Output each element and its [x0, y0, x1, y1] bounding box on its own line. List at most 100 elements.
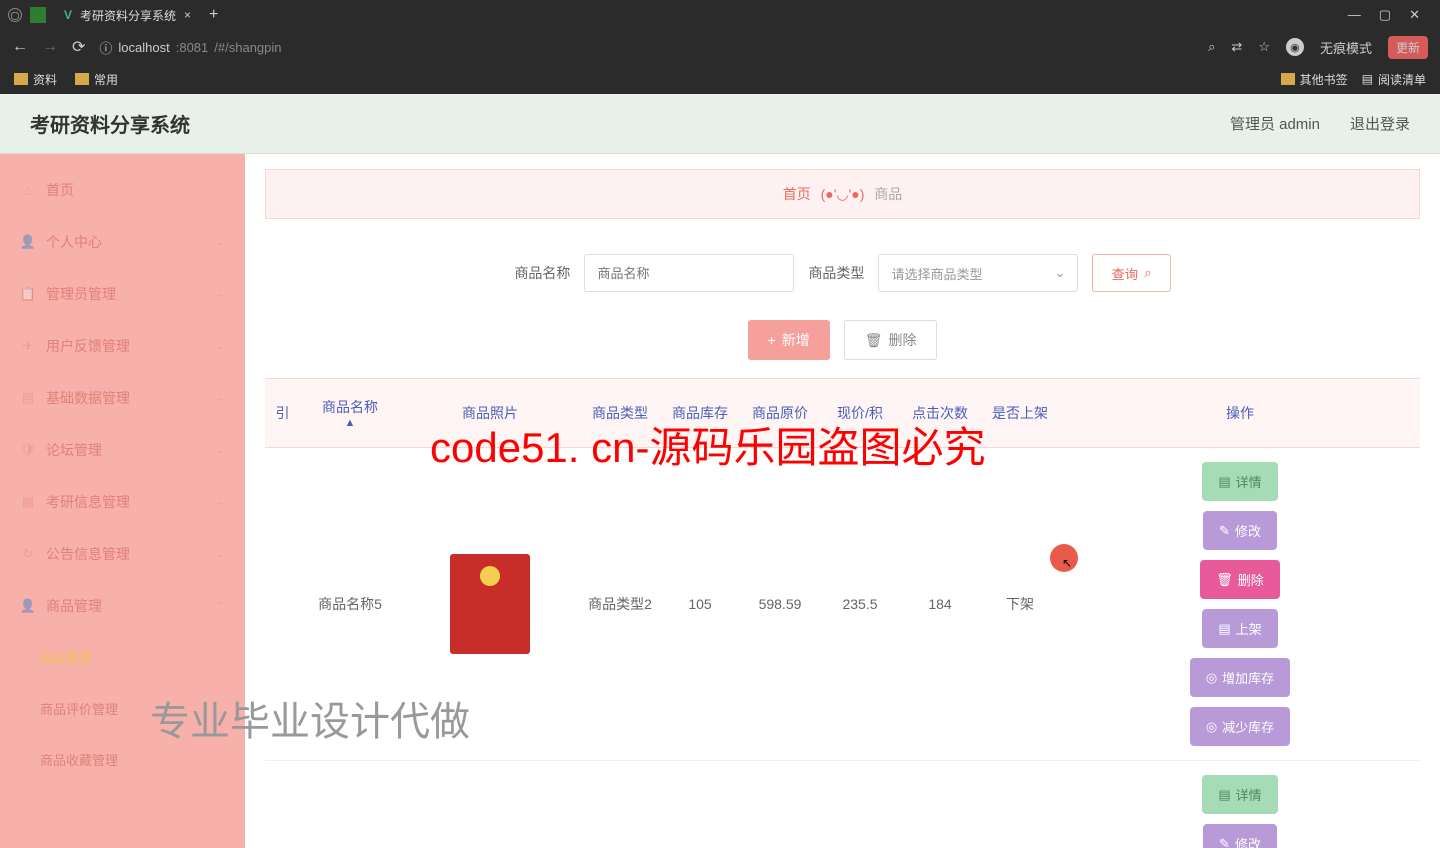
cell-nprice: 235.5	[820, 596, 900, 612]
reload-icon[interactable]: ⟳	[72, 37, 85, 57]
incognito-label: 无痕模式	[1320, 38, 1372, 57]
table-row: 商品名称1 商品类型1 104 676.99 450.73 198 上架 ▤详情…	[265, 761, 1420, 848]
close-tab-icon[interactable]: ×	[184, 8, 191, 22]
sidebar-item-exam[interactable]: ▦ 考研信息管理 ⌄	[0, 476, 245, 528]
doc-icon: ▤	[1218, 621, 1230, 637]
cell-oprice: 598.59	[740, 596, 820, 612]
th-type: 商品类型	[580, 379, 660, 447]
new-tab-button[interactable]: +	[209, 6, 218, 24]
main-content: 首页 (●'◡'●) 商品 商品名称 商品类型 请选择商品类型 ⌄ 查询 ⌕	[245, 154, 1440, 848]
bookmark-folder-1[interactable]: 资料	[14, 71, 57, 88]
add-button[interactable]: + 新增	[748, 320, 830, 360]
sidebar-item-forum[interactable]: 🛡 论坛管理 ⌄	[0, 424, 245, 476]
other-bookmarks[interactable]: 其他书签	[1281, 71, 1348, 88]
location-icon: ◎	[1206, 670, 1217, 686]
sidebar-item-feedback[interactable]: ✈ 用户反馈管理 ⌄	[0, 320, 245, 372]
face-icon: (●'◡'●)	[821, 186, 865, 202]
name-input[interactable]	[584, 254, 794, 292]
query-button[interactable]: 查询 ⌕	[1092, 254, 1170, 292]
th-oprice: 商品原价	[740, 379, 820, 447]
vue-icon: V	[64, 8, 72, 22]
bookmark-folder-2[interactable]: 常用	[75, 71, 118, 88]
refresh-icon: ↻	[20, 546, 36, 562]
breadcrumb-home[interactable]: 首页	[783, 186, 811, 202]
filter-bar: 商品名称 商品类型 请选择商品类型 ⌄ 查询 ⌕	[245, 234, 1440, 302]
product-table: 引 商品名称▲ 商品照片 商品类型 商品库存 商品原价 现价/积 点击次数 是否…	[265, 378, 1420, 848]
sidebar-sub-favorite[interactable]: 商品收藏管理	[0, 734, 245, 785]
detail-button[interactable]: ▤详情	[1202, 462, 1277, 501]
star-icon[interactable]: ☆	[1258, 39, 1270, 55]
table-icon: ▦	[20, 494, 36, 510]
action-bar: + 新增 🗑 删除	[245, 302, 1440, 378]
app-title: 考研资料分享系统	[30, 109, 190, 138]
shelf-button[interactable]: ▤上架	[1202, 609, 1277, 648]
pencil-icon: ✎	[1219, 523, 1230, 539]
trash-icon: 🗑	[865, 332, 883, 349]
admin-label[interactable]: 管理员 admin	[1230, 113, 1320, 134]
reduce-stock-button[interactable]: ◎减少库存	[1190, 707, 1290, 746]
window-close[interactable]: ✕	[1409, 7, 1420, 23]
th-index: 引	[265, 379, 300, 447]
edit-button[interactable]: ✎修改	[1203, 824, 1277, 848]
add-stock-button[interactable]: ◎增加库存	[1190, 658, 1290, 697]
folder-icon	[14, 73, 28, 85]
sidebar-item-notice[interactable]: ↻ 公告信息管理 ⌄	[0, 528, 245, 580]
name-label: 商品名称	[514, 263, 570, 283]
trash-icon: 🗑	[1216, 572, 1233, 588]
sidebar-item-home[interactable]: ⌂ 首页	[0, 164, 245, 216]
bookmark-bar: 资料 常用 其他书签 ▤ 阅读清单	[0, 64, 1440, 94]
plus-icon: +	[768, 332, 776, 348]
search-icon: ⌕	[1144, 265, 1151, 281]
reading-list[interactable]: ▤ 阅读清单	[1362, 71, 1426, 88]
chevron-down-icon: ⌄	[217, 341, 225, 352]
delete-button[interactable]: 🗑 删除	[844, 320, 938, 360]
chevron-down-icon: ⌄	[217, 497, 225, 508]
update-button[interactable]: 更新	[1388, 36, 1428, 59]
edit-button[interactable]: ✎修改	[1203, 511, 1277, 550]
tab-title: 考研资料分享系统	[80, 7, 176, 24]
th-nprice: 现价/积	[820, 379, 900, 447]
grid-icon: ▤	[20, 390, 36, 406]
url-input[interactable]: ⓘ localhost:8081/#/shangpin	[99, 38, 281, 57]
th-ops: 操作	[1060, 379, 1420, 447]
cell-type: 商品类型2	[580, 594, 660, 614]
sidebar-item-basedata[interactable]: ▤ 基础数据管理 ⌄	[0, 372, 245, 424]
window-minimize[interactable]: —	[1348, 7, 1361, 23]
detail-button[interactable]: ▤详情	[1202, 775, 1277, 814]
th-stock: 商品库存	[660, 379, 740, 447]
folder-icon	[1281, 73, 1295, 85]
sidebar-sub-product[interactable]: 商品管理	[0, 632, 245, 683]
clipboard-icon: 📋	[20, 286, 36, 302]
home-icon: ⌂	[20, 182, 36, 198]
sidebar-item-admin[interactable]: 📋 管理员管理 ⌄	[0, 268, 245, 320]
breadcrumb: 首页 (●'◡'●) 商品	[265, 169, 1420, 219]
row-delete-button[interactable]: 🗑删除	[1200, 560, 1280, 599]
doc-icon: ▤	[1218, 787, 1230, 803]
chevron-up-icon: ⌃	[217, 601, 225, 612]
address-bar: ← → ⟳ ⓘ localhost:8081/#/shangpin ⌕ ⇄ ☆ …	[0, 30, 1440, 64]
sidebar-sub-review[interactable]: 商品评价管理	[0, 683, 245, 734]
forward-icon[interactable]: →	[42, 38, 58, 56]
cell-clicks: 184	[900, 596, 980, 612]
type-select[interactable]: 请选择商品类型 ⌄	[878, 254, 1078, 292]
folder-icon	[75, 73, 89, 85]
app-header: 考研资料分享系统 管理员 admin 退出登录	[0, 94, 1440, 154]
location-icon: ◎	[1206, 719, 1217, 735]
incognito-icon: ◉	[1286, 38, 1304, 56]
table-header: 引 商品名称▲ 商品照片 商品类型 商品库存 商品原价 现价/积 点击次数 是否…	[265, 378, 1420, 448]
window-maximize[interactable]: ▢	[1379, 7, 1391, 23]
th-clicks: 点击次数	[900, 379, 980, 447]
sidebar-item-profile[interactable]: 👤 个人中心 ⌄	[0, 216, 245, 268]
translate-icon[interactable]: ⇄	[1231, 39, 1242, 55]
th-photo: 商品照片	[400, 379, 580, 447]
key-icon[interactable]: ⌕	[1208, 39, 1215, 55]
browser-tab[interactable]: V 考研资料分享系统 ×	[54, 3, 201, 28]
chevron-down-icon: ⌄	[217, 237, 225, 248]
doc-icon: ▤	[1218, 474, 1230, 490]
back-icon[interactable]: ←	[12, 38, 28, 56]
cell-shelf: 下架	[980, 594, 1060, 614]
logout-link[interactable]: 退出登录	[1350, 113, 1410, 134]
pencil-icon: ✎	[1219, 836, 1230, 848]
sidebar: ⌂ 首页 👤 个人中心 ⌄ 📋 管理员管理 ⌄ ✈ 用户反馈管理 ⌄ ▤ 基础数…	[0, 154, 245, 848]
sidebar-item-product[interactable]: 👤 商品管理 ⌃	[0, 580, 245, 632]
